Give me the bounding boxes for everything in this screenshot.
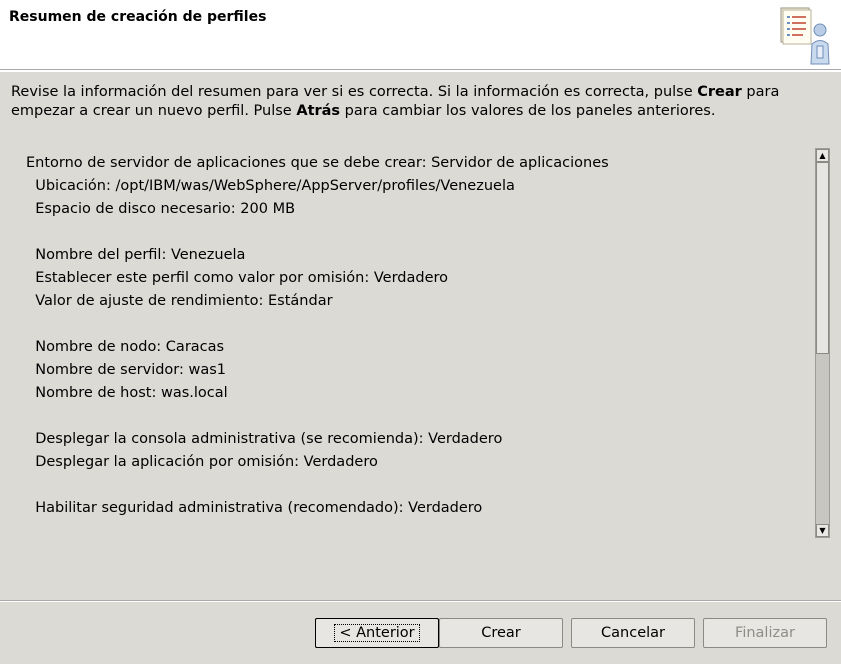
summary-line [26,221,806,244]
summary-line: Nombre de host: was.local [26,385,228,401]
back-button-label: < Anterior [334,624,420,642]
finish-button[interactable]: Finalizar [703,618,827,648]
instructions-back-keyword: Atrás [296,103,341,119]
summary-line [26,405,806,428]
summary-line [26,474,806,497]
summary-line: Ubicación: /opt/IBM/was/WebSphere/AppSer… [26,178,515,194]
profile-summary-icon [773,2,839,68]
wizard-header: Resumen de creación de perfiles [0,0,841,70]
instructions-text: Revise la información del resumen para v… [11,83,831,121]
scroll-down-arrow-icon[interactable]: ▼ [816,524,829,537]
instructions-part-1: Revise la información del resumen para v… [11,84,698,100]
scroll-up-arrow-icon[interactable]: ▲ [816,149,829,162]
summary-line: Nombre de nodo: Caracas [26,339,225,355]
summary-line: Establecer este perfil como valor por om… [26,270,449,286]
header-separator [0,70,841,72]
summary-text: Entorno de servidor de aplicaciones que … [26,152,806,520]
page-title: Resumen de creación de perfiles [9,9,267,25]
instructions-part-3: para cambiar los valores de los paneles … [340,103,716,119]
instructions-create-keyword: Crear [697,84,742,100]
create-button[interactable]: Crear [439,618,563,648]
summary-line: Nombre de servidor: was1 [26,362,227,378]
summary-panel: Entorno de servidor de aplicaciones que … [10,146,832,539]
summary-line: Habilitar seguridad administrativa (reco… [26,500,483,516]
summary-line: Nombre del perfil: Venezuela [26,247,246,263]
summary-line: Desplegar la aplicación por omisión: Ver… [26,454,378,470]
summary-line: Desplegar la consola administrativa (se … [26,431,503,447]
summary-line: Entorno de servidor de aplicaciones que … [26,155,609,171]
back-button[interactable]: < Anterior [315,618,439,648]
footer-separator-highlight [0,601,841,602]
summary-line [26,313,806,336]
summary-scrollbar[interactable]: ▲ ▼ [815,148,830,538]
summary-line: Valor de ajuste de rendimiento: Estándar [26,293,333,309]
summary-line: Espacio de disco necesario: 200 MB [26,201,296,217]
cancel-button[interactable]: Cancelar [571,618,695,648]
scroll-thumb[interactable] [816,162,829,354]
